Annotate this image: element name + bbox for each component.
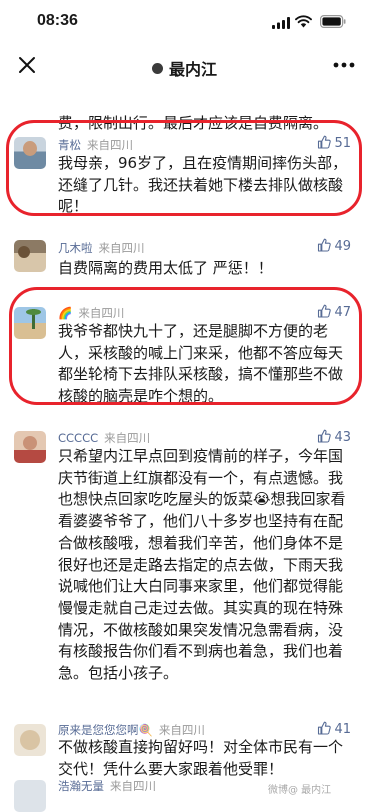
avatar[interactable] <box>14 240 46 272</box>
like-count: 49 <box>334 239 351 254</box>
cellular-signal-icon <box>272 17 290 29</box>
status-time: 08:36 <box>37 12 78 29</box>
battery-icon <box>320 15 346 28</box>
like-button[interactable]: 43 <box>317 429 351 445</box>
avatar[interactable] <box>14 724 46 756</box>
comment-author[interactable]: 原来是您您您啊🍭 <box>58 723 153 737</box>
thumbs-up-icon <box>318 721 332 735</box>
nav-bar: 最内江 <box>0 44 369 88</box>
like-button[interactable]: 49 <box>317 238 351 254</box>
comment-location: 来自四川 <box>158 723 205 737</box>
like-count: 41 <box>334 722 351 737</box>
highlight-outline <box>9 287 362 405</box>
comment-author[interactable]: 浩瀚无量 <box>58 779 104 793</box>
highlight-outline <box>6 120 362 216</box>
comment-text: 不做核酸直接拘留好吗！对全体市民有一个 交代！凭什么要大家跟着他受罪！ <box>58 738 344 778</box>
thumbs-up-icon <box>318 429 332 443</box>
comment-location: 来自四川 <box>104 431 151 445</box>
wifi-icon <box>295 15 312 28</box>
comment-text: 自费隔离的费用太低了 严惩！！ <box>58 259 273 277</box>
account-logo-icon <box>151 63 163 74</box>
more-options-icon[interactable] <box>333 62 355 68</box>
avatar[interactable] <box>14 431 46 463</box>
page-title: 最内江 <box>0 56 369 80</box>
comment-location: 来自四川 <box>98 241 145 255</box>
comment-author[interactable]: CCCCC <box>58 431 98 445</box>
like-count: 43 <box>334 430 351 445</box>
comment-author[interactable]: 几木啦 <box>58 241 93 255</box>
like-button[interactable]: 41 <box>317 721 351 737</box>
comment-text: 只希望内江早点回到疫情前的样子，今年国 庆节街道上红旗都没有一个，有点遗憾。我 也想… <box>58 447 346 683</box>
page-title-text: 最内江 <box>168 60 217 79</box>
watermark: 微博@ 最内江 <box>268 785 332 796</box>
thumbs-up-icon <box>318 238 332 252</box>
status-bar: 08:36 <box>0 0 369 44</box>
avatar[interactable] <box>14 780 46 812</box>
comment-location: 来自四川 <box>110 779 156 793</box>
